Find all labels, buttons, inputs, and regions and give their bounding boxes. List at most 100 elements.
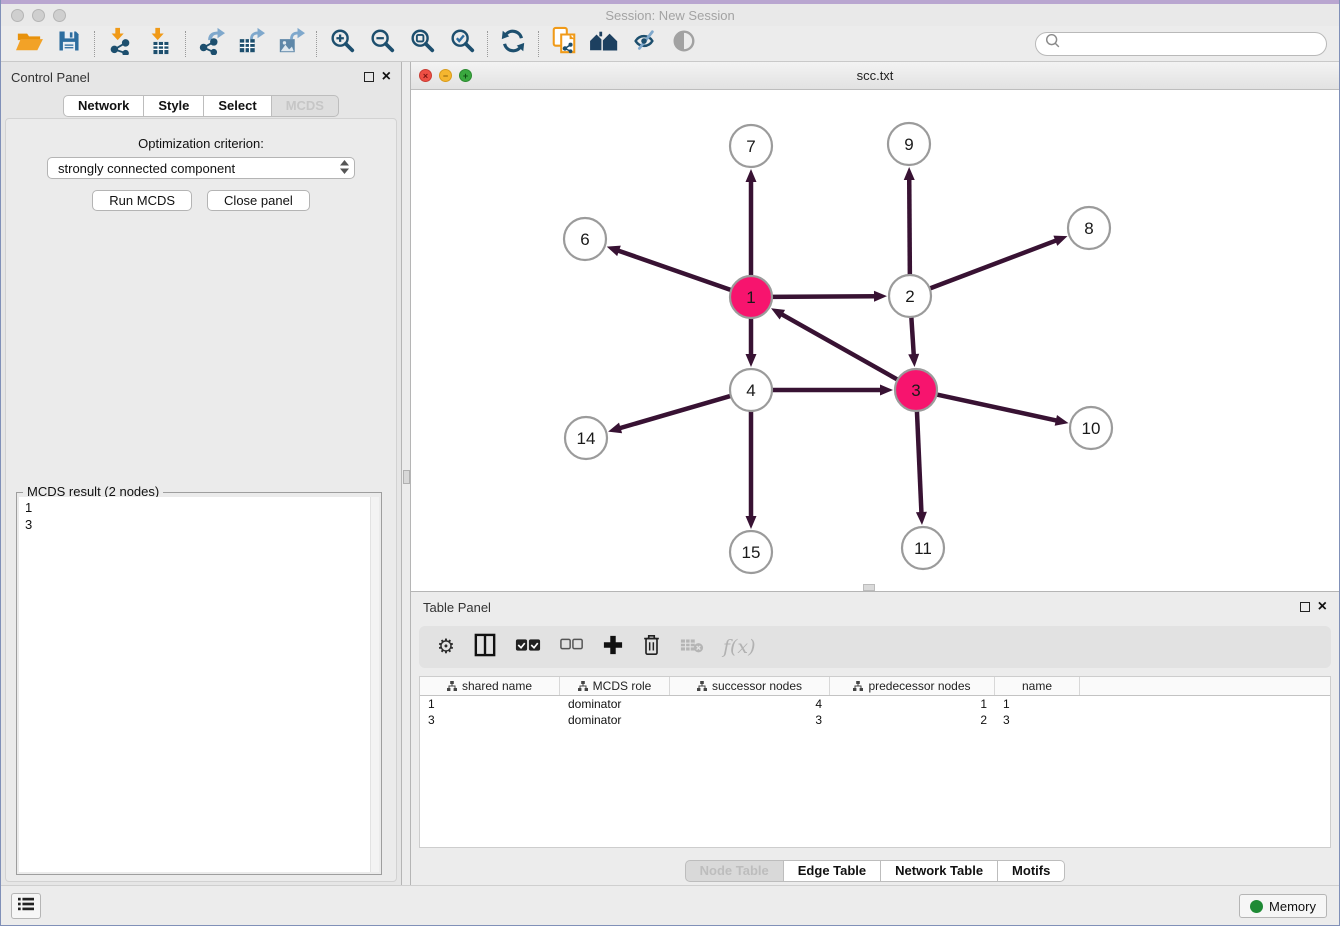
panel-divider[interactable]: [402, 62, 411, 886]
table-row[interactable]: 3dominator323: [420, 712, 1330, 728]
divider-grip-icon[interactable]: [403, 470, 410, 484]
node-table[interactable]: shared nameMCDS rolesuccessor nodesprede…: [419, 676, 1331, 848]
graph-edge-arrowhead: [874, 291, 887, 302]
toolbar-separator: [94, 31, 95, 57]
tab-select[interactable]: Select: [204, 95, 271, 117]
column-header-predecessor-nodes[interactable]: predecessor nodes: [830, 677, 995, 695]
table-cell[interactable]: 2: [830, 712, 995, 728]
show-panels-button[interactable]: [11, 893, 41, 919]
graph-edge-2-9[interactable]: [909, 178, 910, 277]
tab-motifs[interactable]: Motifs: [998, 860, 1065, 882]
table-cell[interactable]: 3: [670, 712, 830, 728]
criterion-select[interactable]: strongly connected component: [47, 157, 355, 179]
delete-table-icon: [680, 636, 704, 659]
graph-edge-3-1[interactable]: [781, 314, 900, 381]
graph-edge-4-14[interactable]: [619, 395, 733, 428]
graph-node-label: 4: [746, 381, 755, 400]
memory-button[interactable]: Memory: [1239, 894, 1327, 918]
graph-edge-2-8[interactable]: [928, 240, 1057, 289]
zoom-in-button[interactable]: [322, 28, 362, 60]
graph-edge-3-10[interactable]: [935, 394, 1058, 421]
tab-edge-table[interactable]: Edge Table: [784, 860, 881, 882]
network-canvas[interactable]: 7968124314101511: [411, 90, 1339, 591]
add-column-icon[interactable]: [603, 635, 623, 660]
graph-edge-1-6[interactable]: [617, 250, 733, 291]
table-panel-tabs: Node Table Edge Table Network Table Moti…: [411, 860, 1339, 882]
column-header-shared-name[interactable]: shared name: [420, 677, 560, 695]
result-scrollbar[interactable]: [370, 497, 379, 872]
main-toolbar: [1, 26, 1339, 62]
graph-edge-arrowhead: [1055, 415, 1069, 426]
table-cell[interactable]: dominator: [560, 696, 670, 712]
mcds-result-box: MCDS result (2 nodes) 1 3: [16, 492, 382, 875]
close-panel-button[interactable]: Close panel: [207, 190, 310, 211]
export-table-button[interactable]: [231, 28, 271, 60]
cyndex-browse-button[interactable]: [584, 28, 624, 60]
table-cell[interactable]: dominator: [560, 712, 670, 728]
save-session-button[interactable]: [49, 28, 89, 60]
graph-node-label: 8: [1084, 219, 1093, 238]
memory-label: Memory: [1269, 899, 1316, 914]
hide-panel-button[interactable]: [664, 28, 704, 60]
select-all-columns-icon[interactable]: [515, 638, 541, 657]
unselect-all-columns-icon[interactable]: [560, 638, 584, 656]
zoom-out-button[interactable]: [362, 28, 402, 60]
run-mcds-button[interactable]: Run MCDS: [92, 190, 192, 211]
column-header-name[interactable]: name: [995, 677, 1080, 695]
graph-node-label: 6: [580, 230, 589, 249]
graph-edge-3-11[interactable]: [917, 409, 922, 514]
table-options-gear-icon[interactable]: ⚙: [437, 637, 455, 657]
control-panel: Control Panel × Network Style Select MCD…: [1, 62, 402, 886]
canvas-scroll-thumb[interactable]: [863, 584, 875, 591]
float-panel-icon[interactable]: [364, 72, 374, 82]
network-graph: 7968124314101511: [411, 90, 1339, 591]
zoom-selected-button[interactable]: [442, 28, 482, 60]
table-cell[interactable]: 3: [995, 712, 1080, 728]
import-network-button[interactable]: [100, 28, 140, 60]
new-network-from-file-button[interactable]: [544, 28, 584, 60]
table-row[interactable]: 1dominator411: [420, 696, 1330, 712]
open-session-button[interactable]: [9, 28, 49, 60]
show-columns-icon[interactable]: [474, 633, 496, 662]
table-cell[interactable]: 4: [670, 696, 830, 712]
table-cell[interactable]: 1: [995, 696, 1080, 712]
delete-column-icon[interactable]: [642, 634, 661, 661]
tab-style[interactable]: Style: [144, 95, 204, 117]
control-panel-tabs: Network Style Select MCDS: [1, 95, 401, 117]
column-header-MCDS-role[interactable]: MCDS role: [560, 677, 670, 695]
graph-node-label: 15: [742, 543, 761, 562]
graph-node-label: 9: [904, 135, 913, 154]
close-table-panel-icon[interactable]: ×: [1318, 602, 1327, 612]
refresh-view-button[interactable]: [493, 28, 533, 60]
toolbar-separator: [538, 31, 539, 57]
import-network-icon: [106, 27, 134, 60]
tab-network[interactable]: Network: [63, 95, 144, 117]
table-cell[interactable]: 3: [420, 712, 560, 728]
graph-edge-2-3[interactable]: [911, 315, 914, 356]
show-style-button[interactable]: [624, 28, 664, 60]
search-field[interactable]: [1035, 32, 1327, 56]
close-panel-icon[interactable]: ×: [382, 72, 391, 82]
graph-edge-1-2[interactable]: [770, 296, 876, 297]
search-input[interactable]: [1062, 34, 1326, 54]
column-header-successor-nodes[interactable]: successor nodes: [670, 677, 830, 695]
network-window-titlebar[interactable]: × − + scc.txt: [411, 62, 1339, 90]
mcds-result-list[interactable]: 1 3: [19, 497, 379, 872]
column-type-icon: [447, 681, 457, 691]
import-table-button[interactable]: [140, 28, 180, 60]
tab-network-table[interactable]: Network Table: [881, 860, 998, 882]
table-cell[interactable]: 1: [420, 696, 560, 712]
graph-edge-arrowhead: [608, 423, 622, 434]
graph-node-label: 11: [914, 539, 932, 558]
table-panel-title: Table Panel: [423, 600, 1300, 615]
export-network-button[interactable]: [191, 28, 231, 60]
tab-node-table[interactable]: Node Table: [685, 860, 784, 882]
save-icon: [56, 28, 82, 59]
zoom-fit-button[interactable]: [402, 28, 442, 60]
export-image-button[interactable]: [271, 28, 311, 60]
table-cell[interactable]: 1: [830, 696, 995, 712]
float-table-panel-icon[interactable]: [1300, 602, 1310, 612]
graph-node-label: 3: [911, 381, 920, 400]
network-window-title: scc.txt: [411, 68, 1339, 83]
tab-mcds[interactable]: MCDS: [272, 95, 339, 117]
